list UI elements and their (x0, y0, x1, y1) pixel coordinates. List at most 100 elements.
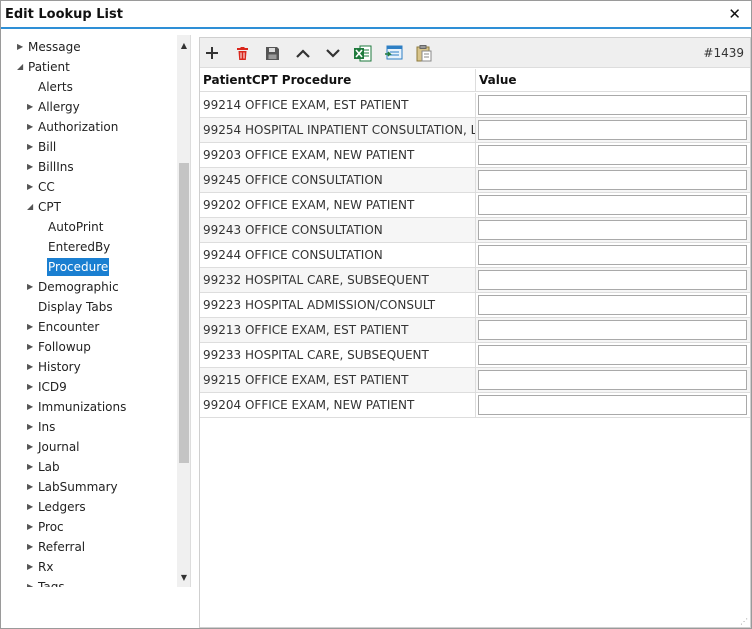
tree-item[interactable]: ▶ Bill (27, 138, 57, 156)
expand-arrow-icon[interactable]: ▶ (27, 378, 37, 396)
expand-arrow-icon[interactable]: ▶ (27, 98, 37, 116)
tree-item[interactable]: ▶ Proc (27, 518, 65, 536)
tree-item[interactable]: AutoPrint (37, 218, 104, 236)
value-input[interactable] (478, 220, 747, 240)
value-input[interactable] (478, 295, 747, 315)
add-icon[interactable] (202, 44, 222, 62)
value-input[interactable] (478, 370, 747, 390)
tree-item[interactable]: ▶ ICD9 (27, 378, 68, 396)
expand-arrow-icon[interactable]: ▶ (27, 418, 37, 436)
tree-item[interactable]: ▶ Encounter (27, 318, 100, 336)
tree-item[interactable]: ▶ Authorization (27, 118, 119, 136)
collapse-arrow-icon[interactable]: ◢ (27, 198, 37, 216)
edit-lookup-list-dialog: Edit Lookup List ✕ ▶ Message ◢ Patient Alert… (0, 0, 752, 629)
tree-item[interactable]: ◢ CPT (27, 198, 62, 216)
value-input[interactable] (478, 95, 747, 115)
tree-item[interactable]: Alerts (27, 78, 74, 96)
table-row[interactable]: 99245 OFFICE CONSULTATION (200, 168, 750, 193)
toolbar: #1439 (200, 38, 750, 68)
expand-arrow-icon[interactable]: ▶ (27, 578, 37, 587)
save-icon[interactable] (262, 44, 282, 62)
expand-arrow-icon[interactable]: ▶ (27, 278, 37, 296)
tree-item[interactable]: ▶ CC (27, 178, 56, 196)
expand-arrow-icon[interactable]: ▶ (27, 538, 37, 556)
expand-arrow-icon[interactable]: ▶ (27, 438, 37, 456)
expand-arrow-icon[interactable]: ▶ (27, 398, 37, 416)
table-row[interactable]: 99232 HOSPITAL CARE, SUBSEQUENT (200, 268, 750, 293)
procedure-cell: 99233 HOSPITAL CARE, SUBSEQUENT (200, 343, 476, 367)
value-input[interactable] (478, 395, 747, 415)
import-icon[interactable] (384, 44, 404, 62)
tree-scrollbar[interactable]: ▲ ▼ (177, 35, 190, 587)
clipboard-icon[interactable] (414, 44, 434, 62)
tree-item[interactable]: ▶ Referral (27, 538, 86, 556)
scroll-thumb[interactable] (179, 163, 189, 463)
table-row[interactable]: 99204 OFFICE EXAM, NEW PATIENT (200, 393, 750, 418)
tree-item-label: Encounter (38, 320, 100, 334)
excel-export-icon[interactable] (353, 44, 373, 62)
tree-item[interactable]: ▶ BillIns (27, 158, 75, 176)
tree-item[interactable]: ▶ Tags (27, 578, 66, 587)
expand-arrow-icon[interactable]: ▶ (27, 498, 37, 516)
column-header-value[interactable]: Value (476, 69, 750, 92)
tree-item[interactable]: Procedure (37, 258, 110, 276)
expand-arrow-icon[interactable]: ▶ (27, 178, 37, 196)
table-row[interactable]: 99214 OFFICE EXAM, EST PATIENT (200, 93, 750, 118)
scroll-up-icon[interactable]: ▲ (177, 39, 190, 53)
tree-item[interactable]: ▶ Ledgers (27, 498, 87, 516)
value-input[interactable] (478, 345, 747, 365)
table-row[interactable]: 99215 OFFICE EXAM, EST PATIENT (200, 368, 750, 393)
tree-item[interactable]: ▶ Demographic (27, 278, 120, 296)
tree-item[interactable]: ▶ Allergy (27, 98, 81, 116)
move-down-icon[interactable] (323, 44, 343, 62)
value-input[interactable] (478, 320, 747, 340)
expand-arrow-icon[interactable]: ▶ (17, 38, 27, 56)
delete-icon[interactable] (232, 44, 252, 62)
resize-grip-icon[interactable]: ⋰ (740, 617, 748, 626)
table-row[interactable]: 99243 OFFICE CONSULTATION (200, 218, 750, 243)
tree-item[interactable]: ▶ Rx (27, 558, 54, 576)
expand-arrow-icon[interactable]: ▶ (27, 458, 37, 476)
tree-item[interactable]: ▶ Journal (27, 438, 81, 456)
expand-arrow-icon[interactable]: ▶ (27, 358, 37, 376)
table-row[interactable]: 99233 HOSPITAL CARE, SUBSEQUENT (200, 343, 750, 368)
tree-item[interactable]: ▶ History (27, 358, 82, 376)
tree-item[interactable]: EnteredBy (37, 238, 111, 256)
table-row[interactable]: 99203 OFFICE EXAM, NEW PATIENT (200, 143, 750, 168)
expand-arrow-icon[interactable]: ▶ (27, 338, 37, 356)
tree-item-label: EnteredBy (48, 240, 111, 254)
tree-item[interactable]: Display Tabs (27, 298, 114, 316)
table-row[interactable]: 99244 OFFICE CONSULTATION (200, 243, 750, 268)
tree-item[interactable]: ▶ LabSummary (27, 478, 119, 496)
expand-arrow-icon[interactable]: ▶ (27, 318, 37, 336)
value-input[interactable] (478, 120, 747, 140)
tree-item[interactable]: ▶ Followup (27, 338, 92, 356)
tree-item[interactable]: ◢ Patient (17, 58, 71, 76)
tree-item[interactable]: ▶ Immunizations (27, 398, 127, 416)
table-row[interactable]: 99223 HOSPITAL ADMISSION/CONSULT (200, 293, 750, 318)
value-input[interactable] (478, 245, 747, 265)
tree-item[interactable]: ▶ Ins (27, 418, 56, 436)
expand-arrow-icon[interactable]: ▶ (27, 558, 37, 576)
collapse-arrow-icon[interactable]: ◢ (17, 58, 27, 76)
procedure-cell: 99244 OFFICE CONSULTATION (200, 243, 476, 267)
expand-arrow-icon[interactable]: ▶ (27, 118, 37, 136)
column-header-procedure[interactable]: PatientCPT Procedure (200, 69, 476, 92)
move-up-icon[interactable] (293, 44, 313, 62)
scroll-down-icon[interactable]: ▼ (177, 571, 190, 585)
tree-item[interactable]: ▶ Message (17, 38, 82, 56)
value-input[interactable] (478, 170, 747, 190)
expand-arrow-icon[interactable]: ▶ (27, 518, 37, 536)
table-row[interactable]: 99202 OFFICE EXAM, NEW PATIENT (200, 193, 750, 218)
value-input[interactable] (478, 145, 747, 165)
tree-item[interactable]: ▶ Lab (27, 458, 61, 476)
close-icon[interactable]: ✕ (728, 5, 741, 23)
value-input[interactable] (478, 270, 747, 290)
expand-arrow-icon[interactable]: ▶ (27, 158, 37, 176)
table-row[interactable]: 99254 HOSPITAL INPATIENT CONSULTATION, L… (200, 118, 750, 143)
expand-arrow-icon[interactable]: ▶ (27, 478, 37, 496)
table-row[interactable]: 99213 OFFICE EXAM, EST PATIENT (200, 318, 750, 343)
tree-item-label: Display Tabs (38, 300, 113, 314)
value-input[interactable] (478, 195, 747, 215)
expand-arrow-icon[interactable]: ▶ (27, 138, 37, 156)
